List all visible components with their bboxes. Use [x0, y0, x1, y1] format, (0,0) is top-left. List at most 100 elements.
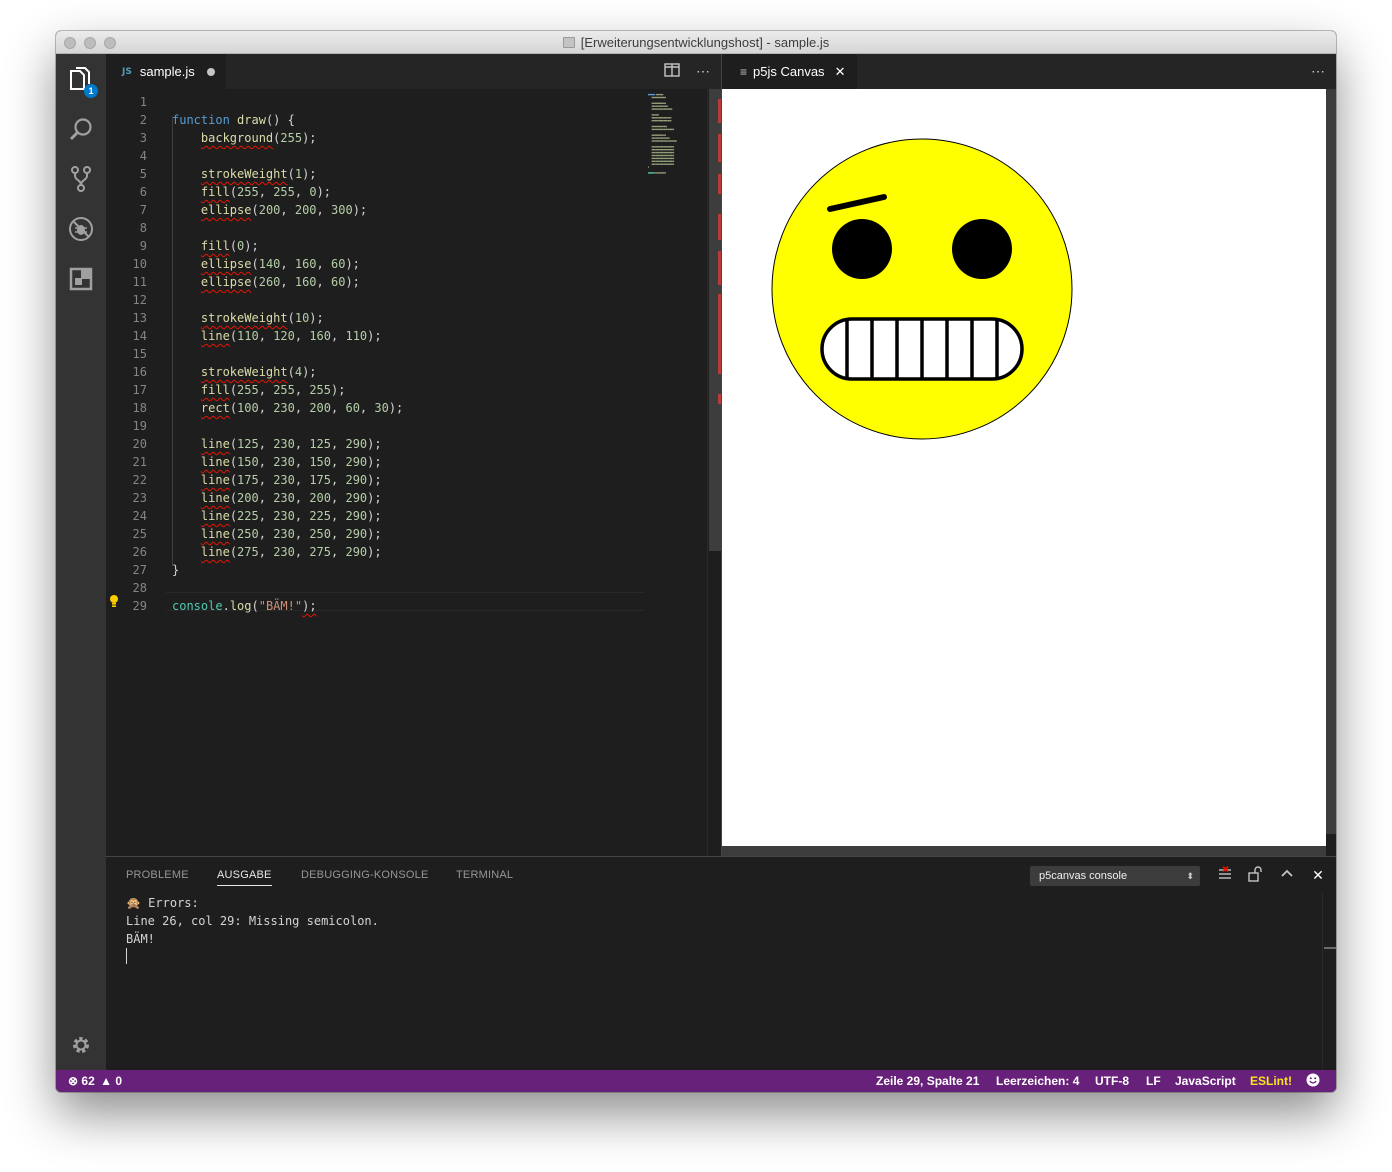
tab-sample-js[interactable]: JS sample.js [106, 54, 226, 89]
close-panel-button[interactable]: ✕ [1309, 866, 1327, 884]
minimap-token [655, 160, 657, 162]
source-control-button[interactable] [56, 154, 106, 204]
code-line[interactable]: 11 ellipse(260, 160, 60); [106, 273, 646, 291]
smiley-icon [1306, 1073, 1320, 1087]
code-line[interactable]: 29 console.log("BÄM!"); [106, 597, 646, 615]
feedback-button[interactable] [1306, 1070, 1320, 1092]
code-token: ( [229, 329, 238, 343]
p5-canvas[interactable] [722, 89, 1326, 846]
code-line[interactable]: 28 [106, 579, 646, 597]
code-line[interactable]: 25 line(250, 230, 250, 290); [106, 525, 646, 543]
tab-ausgabe[interactable]: AUSGABE [217, 869, 272, 886]
code-line[interactable]: 3 background(255); [106, 129, 646, 147]
code-text: line(125, 230, 125, 290); [172, 435, 382, 453]
canvas-more-actions-button[interactable]: ⋯ [1309, 63, 1327, 79]
canvas-horizontal-scrollbar[interactable] [722, 846, 1326, 856]
minimap-token [675, 140, 677, 142]
code-token: line [200, 527, 230, 541]
problems-summary[interactable]: ⊗ 62 ▲ 0 [68, 1070, 122, 1092]
code-line[interactable]: 27} [106, 561, 646, 579]
explorer-button[interactable]: 1 [56, 54, 106, 104]
debug-view-button[interactable] [56, 204, 106, 254]
code-line[interactable]: 1 [106, 93, 646, 111]
close-tab-icon[interactable]: ✕ [835, 64, 846, 80]
output-scrollbar[interactable] [1322, 893, 1336, 1071]
code-line[interactable]: 7 ellipse(200, 200, 300); [106, 201, 646, 219]
code-line[interactable]: 10 ellipse(140, 160, 60); [106, 255, 646, 273]
code-line[interactable]: 4 [106, 147, 646, 165]
code-line[interactable]: 20 line(125, 230, 125, 290); [106, 435, 646, 453]
code-line[interactable]: 2 function draw() { [106, 111, 646, 129]
tab-terminal[interactable]: TERMINAL [456, 869, 513, 881]
unsaved-dot-icon[interactable] [206, 67, 215, 76]
line-number: 11 [132, 275, 147, 289]
maximize-panel-button[interactable] [1278, 866, 1296, 884]
code-line[interactable]: 9 fill(0); [106, 237, 646, 255]
search-view-button[interactable] [56, 104, 106, 154]
line-number: 14 [132, 329, 147, 343]
code-text: line(225, 230, 225, 290); [172, 507, 382, 525]
encoding[interactable]: UTF-8 [1095, 1070, 1129, 1092]
code-line[interactable]: 14 line(110, 120, 160, 110); [106, 327, 646, 345]
eslint-status[interactable]: ESLint! [1250, 1070, 1292, 1092]
minimap-token [660, 140, 664, 142]
tab-debugging-konsole[interactable]: DEBUGGING-KONSOLE [301, 869, 428, 881]
line-number: 17 [132, 383, 147, 397]
line-number: 16 [132, 365, 147, 379]
line-number: 15 [132, 347, 147, 361]
cursor-position[interactable]: Zeile 29, Spalte 21 [876, 1070, 979, 1092]
code-token: 140 [258, 257, 281, 271]
code-line[interactable]: 16 strokeWeight(4); [106, 363, 646, 381]
code-line[interactable]: 12 [106, 291, 646, 309]
tab-probleme[interactable]: PROBLEME [126, 869, 189, 881]
close-window-button[interactable] [64, 37, 76, 49]
minimap[interactable] [641, 89, 707, 184]
minimap-token [655, 163, 657, 165]
code-line[interactable]: 23 line(200, 230, 200, 290); [106, 489, 646, 507]
indentation[interactable]: Leerzeichen: 4 [996, 1070, 1079, 1092]
code-token: ( [251, 257, 259, 271]
code-line[interactable]: 17 fill(255, 255, 255); [106, 381, 646, 399]
code-line[interactable]: 8 [106, 219, 646, 237]
code-token: 290 [345, 437, 368, 451]
language-mode[interactable]: JavaScript [1175, 1070, 1236, 1092]
code-line[interactable]: 24 line(225, 230, 225, 290); [106, 507, 646, 525]
minimap-token [663, 120, 666, 122]
code-token: , [294, 185, 310, 199]
minimap-token [672, 146, 675, 148]
code-token: ( [229, 509, 238, 523]
code-line[interactable]: 26 line(275, 230, 275, 290); [106, 543, 646, 561]
split-editor-button[interactable] [663, 63, 681, 79]
end-of-line[interactable]: LF [1146, 1070, 1161, 1092]
code-line[interactable]: 19 [106, 417, 646, 435]
code-token: ); [302, 167, 317, 181]
code-token: ); [367, 527, 382, 541]
tab-p5js-canvas[interactable]: ≡ p5js Canvas ✕ [722, 54, 857, 89]
manage-button[interactable] [56, 1020, 106, 1070]
zoom-window-button[interactable] [104, 37, 116, 49]
minimap-token [667, 151, 670, 154]
editor-scrollbar[interactable] [707, 89, 721, 856]
code-line[interactable]: 6 fill(255, 255, 0); [106, 183, 646, 201]
minimize-window-button[interactable] [84, 37, 96, 49]
code-line[interactable]: 5 strokeWeight(1); [106, 165, 646, 183]
extensions-button[interactable] [56, 254, 106, 304]
clear-output-button[interactable] [1216, 865, 1234, 884]
code-token: ( [229, 437, 238, 451]
canvas-vertical-scrollbar[interactable] [1326, 89, 1336, 834]
output-channel-select[interactable]: p5canvas console ⬍ [1030, 866, 1200, 886]
line-number: 18 [132, 401, 147, 415]
toggle-scroll-lock-button[interactable] [1246, 866, 1264, 884]
code-token: , [331, 527, 346, 541]
code-line[interactable]: 18 rect(100, 230, 200, 60, 30); [106, 399, 646, 417]
code-token: 260 [258, 275, 281, 289]
more-actions-button[interactable]: ⋯ [694, 63, 712, 79]
code-area[interactable]: 1 2 function draw() {3 background(255); 4 5 … [106, 89, 721, 856]
search-icon [69, 118, 92, 141]
code-line[interactable]: 22 line(175, 230, 175, 290); [106, 471, 646, 489]
code-line[interactable]: 21 line(150, 230, 150, 290); [106, 453, 646, 471]
code-line[interactable]: 15 [106, 345, 646, 363]
code-line[interactable]: 13 strokeWeight(10); [106, 309, 646, 327]
